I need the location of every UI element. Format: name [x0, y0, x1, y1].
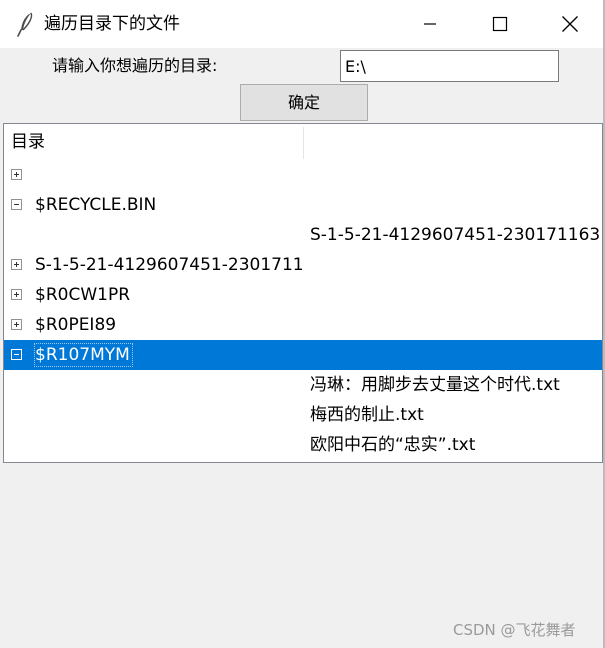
- column-separator[interactable]: [303, 127, 304, 159]
- window-title: 遍历目录下的文件: [44, 14, 180, 34]
- directory-input[interactable]: [340, 50, 559, 82]
- tree-row[interactable]: 冯琳：用脚步去丈量这个时代.txt: [4, 370, 602, 400]
- tree-row[interactable]: $RECYCLE.BIN: [4, 190, 602, 220]
- directory-prompt-label: 请输入你想遍历的目录:: [52, 56, 218, 75]
- tree-row[interactable]: S-1-5-21-4129607451-2301711: [4, 250, 602, 280]
- tree-row-label: $R0PEI89: [35, 315, 117, 335]
- tree-row-selected[interactable]: $R107MYM: [4, 340, 602, 370]
- minimize-button[interactable]: [395, 0, 465, 48]
- expand-plus-icon[interactable]: [11, 259, 22, 270]
- tree-row-label: 梅西的制止.txt: [310, 405, 424, 425]
- tree-row-label: S-1-5-21-4129607451-230171163: [310, 225, 601, 245]
- collapse-minus-icon[interactable]: [11, 199, 22, 210]
- tree-heading-label: 目录: [11, 132, 45, 152]
- tree-row[interactable]: [4, 160, 602, 190]
- tree-row[interactable]: $R0CW1PR: [4, 280, 602, 310]
- expand-plus-icon[interactable]: [11, 289, 22, 300]
- tree-row-label: 欧阳中石的“忠实”.txt: [310, 435, 476, 455]
- tree-row[interactable]: $R0PEI89: [4, 310, 602, 340]
- tree-row[interactable]: S-1-5-21-4129607451-230171163: [4, 220, 602, 250]
- close-icon: [562, 16, 578, 32]
- collapse-minus-icon[interactable]: [11, 349, 22, 360]
- directory-tree[interactable]: 目录 $RECYCLE.BIN S-1-5-21-4129607451-2301…: [3, 123, 603, 463]
- tree-column-header[interactable]: 目录: [4, 124, 602, 160]
- tree-row[interactable]: 梅西的制止.txt: [4, 400, 602, 430]
- watermark-text: CSDN @飞花舞者: [453, 621, 576, 639]
- tree-row-label: $R0CW1PR: [35, 285, 131, 305]
- feather-icon: [17, 12, 33, 37]
- expand-plus-icon[interactable]: [11, 319, 22, 330]
- minimize-icon: [424, 23, 436, 25]
- expand-plus-icon[interactable]: [11, 169, 22, 180]
- title-bar[interactable]: 遍历目录下的文件: [0, 0, 605, 48]
- maximize-button[interactable]: [465, 0, 535, 48]
- tree-row-label: $RECYCLE.BIN: [35, 195, 157, 215]
- tree-row-label: $R107MYM: [34, 343, 133, 367]
- close-button[interactable]: [535, 0, 605, 48]
- confirm-button[interactable]: 确定: [240, 84, 368, 121]
- tree-row[interactable]: 欧阳中石的“忠实”.txt: [4, 430, 602, 460]
- tree-row-label: 冯琳：用脚步去丈量这个时代.txt: [310, 375, 560, 395]
- maximize-icon: [492, 16, 508, 32]
- tree-row-label: S-1-5-21-4129607451-2301711: [35, 255, 304, 275]
